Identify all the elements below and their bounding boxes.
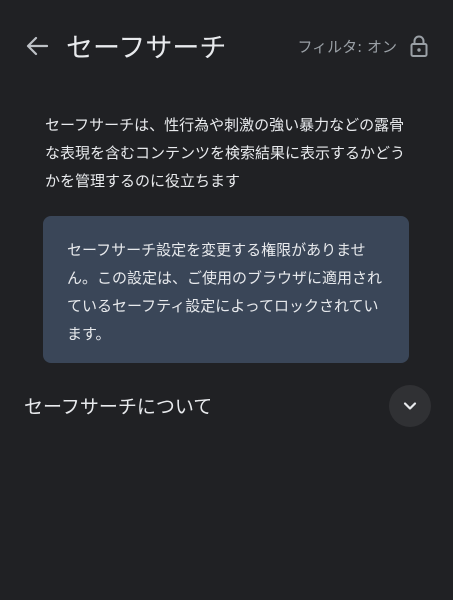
arrow-back-icon: [26, 36, 48, 56]
notice-text: セーフサーチ設定を変更する権限がありません。この設定は、ご使用のブラウザに適用さ…: [67, 241, 383, 343]
lock-icon: [410, 35, 428, 57]
about-safesearch-section[interactable]: セーフサーチについて: [0, 380, 453, 432]
chevron-down-icon: [403, 402, 417, 410]
back-button[interactable]: [22, 32, 52, 60]
expand-button[interactable]: [389, 385, 431, 427]
locked-notice: セーフサーチ設定を変更する権限がありません。この設定は、ご使用のブラウザに適用さ…: [43, 216, 409, 363]
filter-status: フィルタ: オン: [297, 38, 397, 56]
safesearch-page: セーフサーチ フィルタ: オン セーフサーチは、性行為や刺激の強い暴力などの露骨…: [0, 0, 453, 600]
header: セーフサーチ フィルタ: オン: [0, 0, 453, 92]
section-title: セーフサーチについて: [24, 396, 213, 418]
description-text: セーフサーチは、性行為や刺激の強い暴力などの露骨な表現を含むコンテンツを検索結果…: [45, 116, 406, 190]
page-title: セーフサーチ: [66, 33, 227, 64]
